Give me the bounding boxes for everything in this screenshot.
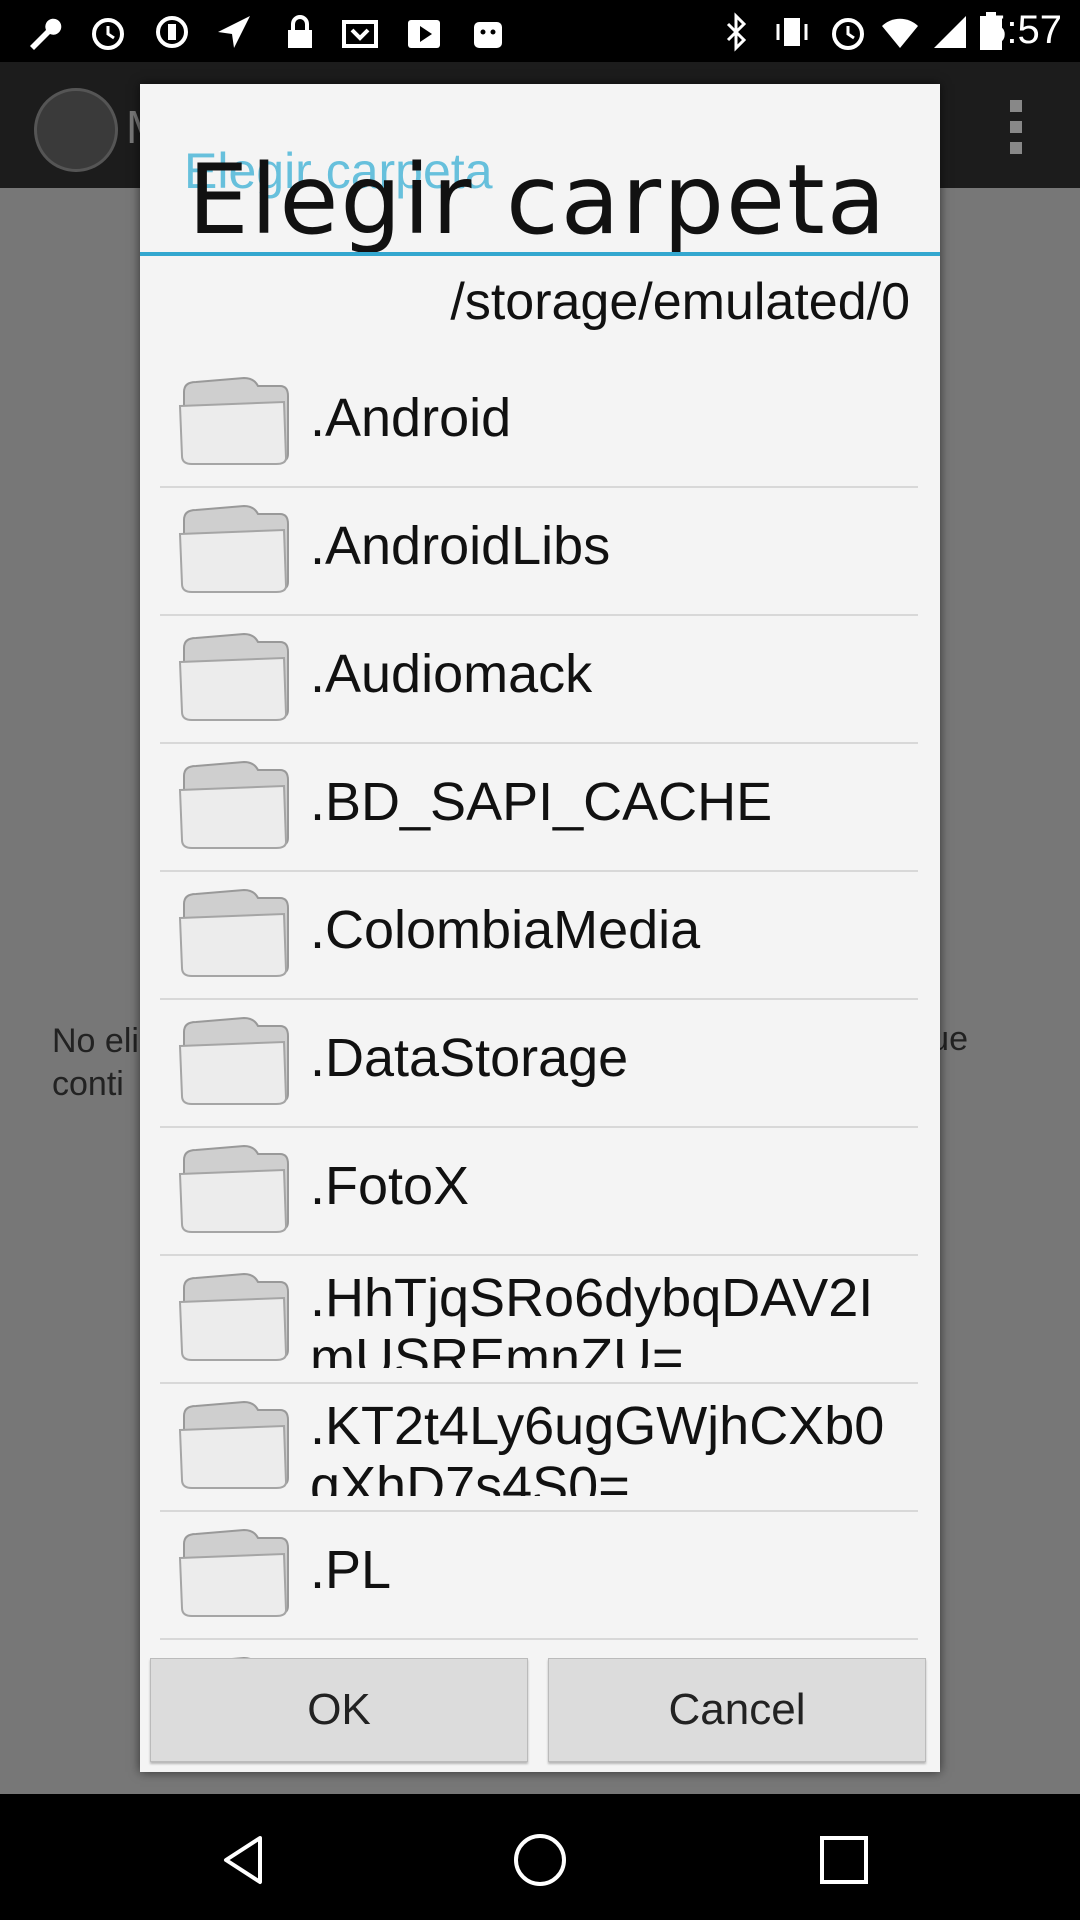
folder-row[interactable]: .PL <box>160 1512 918 1640</box>
folder-name: .PL <box>310 1540 392 1600</box>
current-path: /storage/emulated/0 <box>450 273 910 331</box>
folder-row[interactable]: .BD_SAPI_CACHE <box>160 744 918 872</box>
android-icon <box>474 22 502 48</box>
folder-icon <box>178 632 289 721</box>
folder-name: .HhTjqSRo6dybqDAV2ImUSREmnZU= <box>310 1268 874 1368</box>
folder-icon <box>178 888 289 977</box>
cancel-button[interactable]: Cancel <box>548 1658 926 1762</box>
download-icon <box>342 20 378 48</box>
overflow-menu-icon <box>1008 100 1024 154</box>
folder-name: .Android <box>310 388 512 448</box>
sync-icon <box>156 16 188 48</box>
folder-name: .FotoX <box>310 1156 470 1216</box>
folder-row[interactable]: .DataStorage <box>160 1000 918 1128</box>
wifi-icon <box>882 18 918 48</box>
folder-icon <box>178 1272 289 1361</box>
folder-name: .KT2t4Ly6ugGWjhCXb0qXhD7s4S0= <box>310 1396 885 1496</box>
folder-name: .BD_SAPI_CACHE <box>310 772 773 832</box>
fake-gps-icon <box>218 16 250 48</box>
folder-icon <box>178 1528 289 1617</box>
ok-button[interactable]: OK <box>150 1658 528 1762</box>
choose-folder-dialog: Elegir carpeta Elegir carpeta /storage/e… <box>140 84 940 1772</box>
folder-row[interactable]: .ColombiaMedia <box>160 872 918 1000</box>
dialog-title: Elegir carpeta <box>188 144 888 256</box>
alarm-icon <box>832 18 864 50</box>
play-store-icon <box>408 20 440 48</box>
folder-icon <box>178 1016 289 1105</box>
folder-name: .ColombiaMedia <box>310 900 701 960</box>
navigation-bar <box>0 1794 1080 1920</box>
title-divider <box>140 252 940 256</box>
folder-icon <box>178 504 289 593</box>
folder-row[interactable]: .HhTjqSRo6dybqDAV2ImUSREmnZU= <box>160 1256 918 1384</box>
lock-icon <box>288 15 312 48</box>
bluetooth-icon <box>726 12 747 52</box>
folder-name: .AndroidLibs <box>310 516 611 576</box>
status-bar: 5:57 <box>0 0 1080 62</box>
folder-icon <box>178 760 289 849</box>
app-logo <box>34 88 118 172</box>
folder-name: .Audiomack <box>310 644 593 704</box>
folder-icon <box>178 1144 289 1233</box>
dialog-buttons: OK Cancel <box>150 1658 930 1762</box>
clock: 5:57 <box>984 8 1062 52</box>
folder-row[interactable]: .KT2t4Ly6ugGWjhCXb0qXhD7s4S0= <box>160 1384 918 1512</box>
signal-icon <box>934 16 966 48</box>
wrench-icon <box>30 18 62 50</box>
folder-icon <box>178 376 289 465</box>
folder-row[interactable]: .FotoX <box>160 1128 918 1256</box>
folder-row[interactable]: .Android <box>160 360 918 488</box>
home-icon[interactable] <box>512 1832 568 1888</box>
recents-icon[interactable] <box>816 1832 872 1888</box>
folder-name: .DataStorage <box>310 1028 629 1088</box>
folder-icon <box>178 1400 289 1489</box>
vibrate-icon <box>776 18 808 46</box>
folder-row[interactable]: .AndroidLibs <box>160 488 918 616</box>
folder-row[interactable]: .Audiomack <box>160 616 918 744</box>
alarm-icon <box>92 18 124 50</box>
folder-list[interactable]: .Android .AndroidLibs .Audiomack .BD_SAP… <box>160 360 918 1730</box>
back-icon[interactable] <box>216 1832 272 1888</box>
